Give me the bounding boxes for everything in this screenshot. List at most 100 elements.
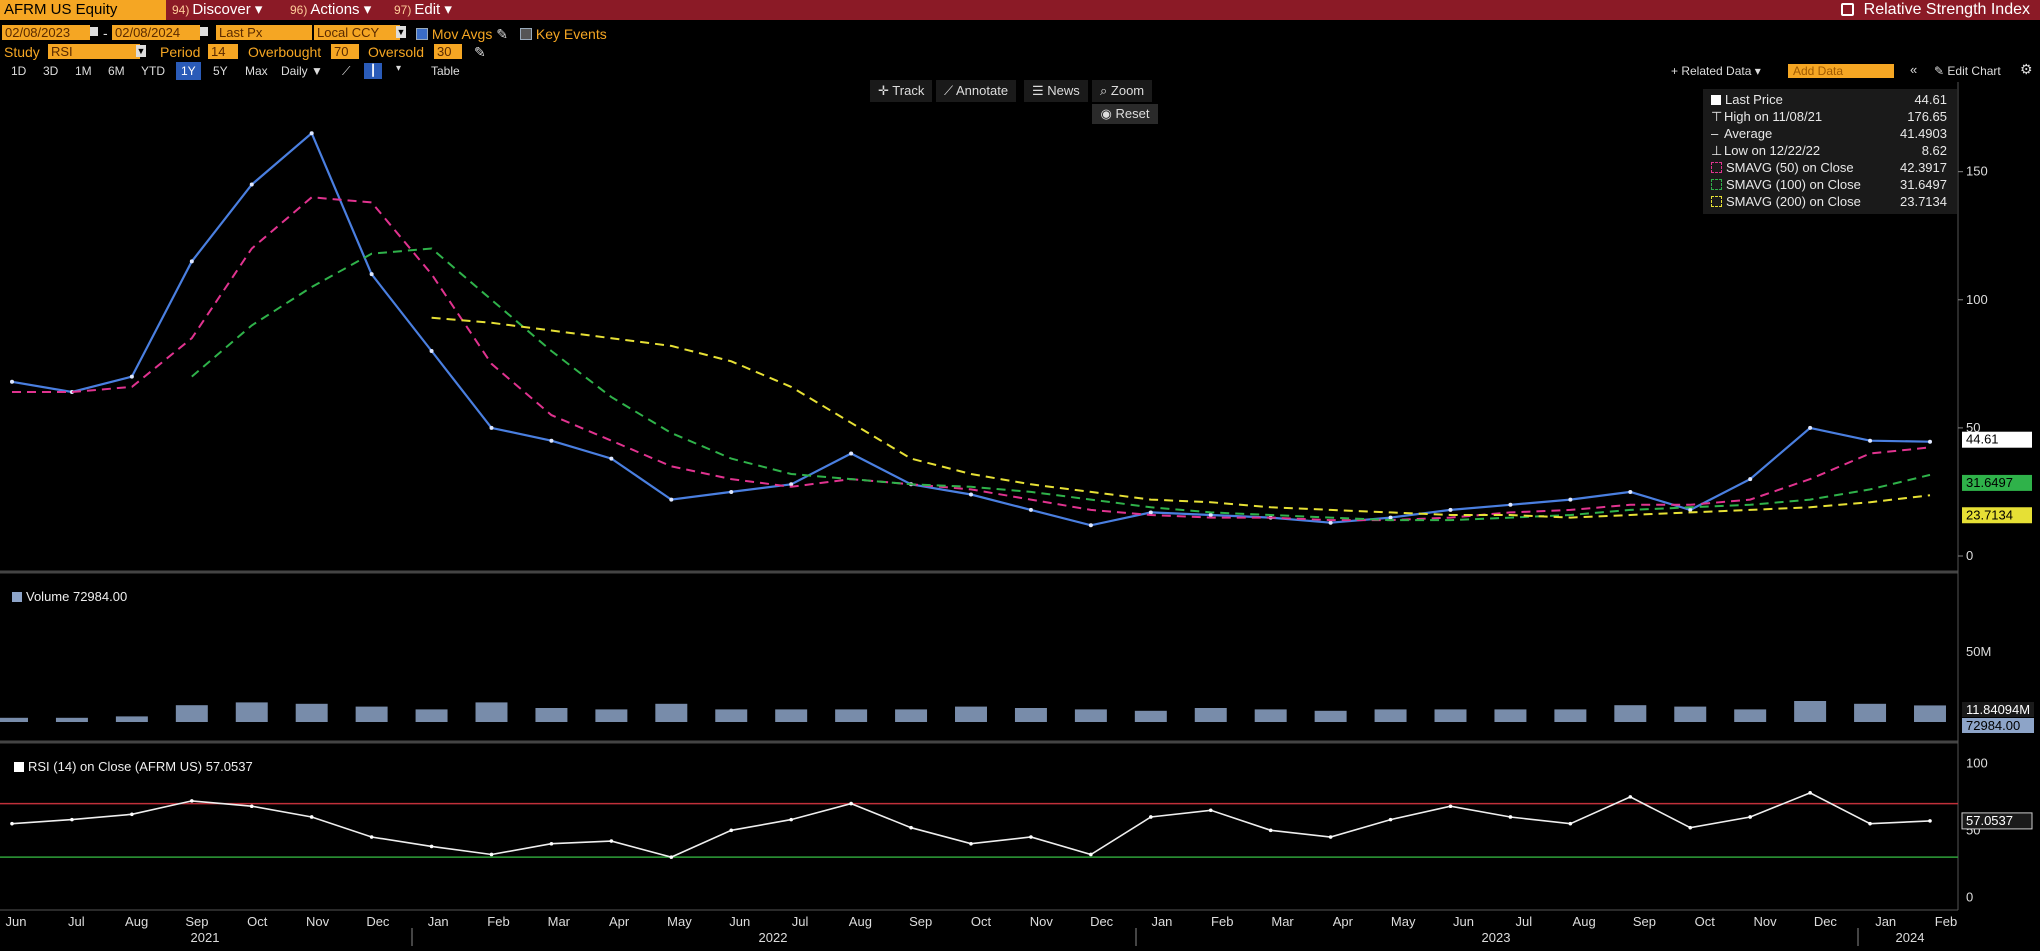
year-tick-label: 2023	[1482, 930, 1511, 945]
legend-swatch	[1711, 179, 1722, 190]
year-tick-label: 2024	[1896, 930, 1925, 945]
price-point	[1388, 515, 1393, 520]
price-point	[489, 425, 494, 430]
volume-bar	[1494, 709, 1527, 722]
month-tick-label: Aug	[849, 914, 872, 929]
legend-value: 44.61	[1914, 92, 1947, 107]
month-tick-label: Nov	[306, 914, 330, 929]
volume-bar	[1374, 709, 1407, 722]
rsi-point	[909, 825, 913, 830]
month-tick-label: Feb	[1211, 914, 1233, 929]
price-point	[129, 374, 134, 379]
month-tick-label: Dec	[366, 914, 390, 929]
month-tick-label: Sep	[185, 914, 208, 929]
rsi-point	[1208, 808, 1213, 813]
volume-bar	[1554, 709, 1587, 722]
volume-bar	[1854, 703, 1887, 722]
legend-high: ⊤ High on 11/08/21 176.65	[1711, 108, 1951, 125]
month-tick-label: Sep	[909, 914, 932, 929]
month-tick-label: Apr	[609, 914, 630, 929]
month-tick-label: Nov	[1754, 914, 1778, 929]
month-tick-label: Oct	[1695, 914, 1716, 929]
month-tick-label: Aug	[1573, 914, 1596, 929]
month-tick-label: May	[667, 914, 692, 929]
volume-bar	[475, 702, 508, 722]
rsi-point	[969, 841, 973, 846]
rsi-point	[549, 841, 554, 846]
price-point	[1328, 520, 1333, 525]
series-line-price	[11, 131, 1931, 527]
month-tick-label: Apr	[1333, 914, 1354, 929]
year-tick-label: 2022	[759, 930, 788, 945]
rsi-panel-label: RSI (14) on Close (AFRM US) 57.0537	[14, 759, 253, 774]
volume-bar	[0, 717, 28, 722]
volume-last-tag-text: 11.84094M	[1966, 702, 2030, 717]
price-tick-label: 100	[1966, 292, 1988, 307]
rsi-point	[729, 828, 734, 833]
price-point	[1088, 523, 1093, 528]
volume-bar	[1914, 705, 1946, 722]
volume-bar	[1074, 709, 1107, 722]
price-point	[369, 272, 374, 277]
volume-bar	[1434, 709, 1467, 722]
month-tick-label: Jan	[1151, 914, 1172, 929]
rsi-point	[369, 835, 374, 839]
rsi-label-text: RSI (14) on Close (AFRM US) 57.0537	[28, 759, 253, 774]
rsi-point	[1448, 804, 1453, 809]
rsi-point	[130, 812, 134, 817]
price-point	[609, 456, 614, 461]
volume-bar	[1314, 710, 1347, 722]
volume-label-text: Volume 72984.00	[26, 589, 128, 604]
legend-label: Low on 12/22/22	[1724, 143, 1821, 158]
month-tick-label: Dec	[1090, 914, 1114, 929]
rsi-point	[1089, 852, 1093, 857]
price-point	[1568, 497, 1573, 502]
month-tick-label: Jan	[428, 914, 449, 929]
legend-swatch	[1711, 162, 1722, 173]
legend-label: SMAVG (50) on Close	[1726, 160, 1854, 175]
volume-bar	[1014, 708, 1047, 722]
volume-bar	[1194, 708, 1227, 722]
month-tick-label: Nov	[1030, 914, 1054, 929]
rsi-point	[1029, 835, 1033, 839]
rsi-point	[669, 855, 674, 859]
volume-bar	[895, 709, 928, 722]
volume-tick-label: 50M	[1966, 644, 1991, 659]
rsi-point	[1508, 815, 1513, 819]
rsi-point	[1748, 815, 1752, 819]
rsi-point	[1628, 795, 1633, 799]
legend-sma100: SMAVG (100) on Close 31.6497	[1711, 176, 1951, 193]
volume-swatch	[12, 592, 22, 602]
legend-label: High on 11/08/21	[1724, 109, 1823, 124]
rsi-point	[1268, 828, 1273, 833]
legend-value: 31.6497	[1900, 177, 1947, 192]
price-point	[309, 131, 314, 136]
rsi-point	[1928, 819, 1932, 823]
legend-label: SMAVG (200) on Close	[1726, 194, 1861, 209]
series-line-sma100	[191, 247, 1931, 522]
legend-value: 42.3917	[1900, 160, 1947, 175]
rsi-point	[1808, 791, 1812, 795]
rsi-point	[1688, 825, 1693, 830]
volume-bar	[55, 717, 88, 722]
month-tick-label: Jun	[1453, 914, 1474, 929]
price-last-tag-text: 31.6497	[1966, 475, 2013, 490]
rsi-point	[1149, 815, 1153, 819]
legend-swatch	[1711, 95, 1721, 105]
rsi-swatch	[14, 762, 24, 772]
volume-bar	[295, 703, 328, 722]
legend-average: – Average 41.4903	[1711, 125, 1951, 142]
month-tick-label: May	[1391, 914, 1416, 929]
price-point	[249, 182, 254, 187]
price-last-tag-text: 23.7134	[1966, 507, 2013, 522]
volume-bar	[355, 706, 388, 722]
price-point	[969, 492, 973, 497]
price-point	[10, 379, 14, 384]
price-point	[1868, 438, 1873, 443]
month-tick-label: Dec	[1814, 914, 1838, 929]
legend-value: 8.62	[1921, 143, 1947, 158]
rsi-point	[1868, 821, 1872, 826]
rsi-point	[849, 801, 853, 806]
volume-bar	[535, 708, 568, 722]
year-tick-label: 2021	[191, 930, 220, 945]
